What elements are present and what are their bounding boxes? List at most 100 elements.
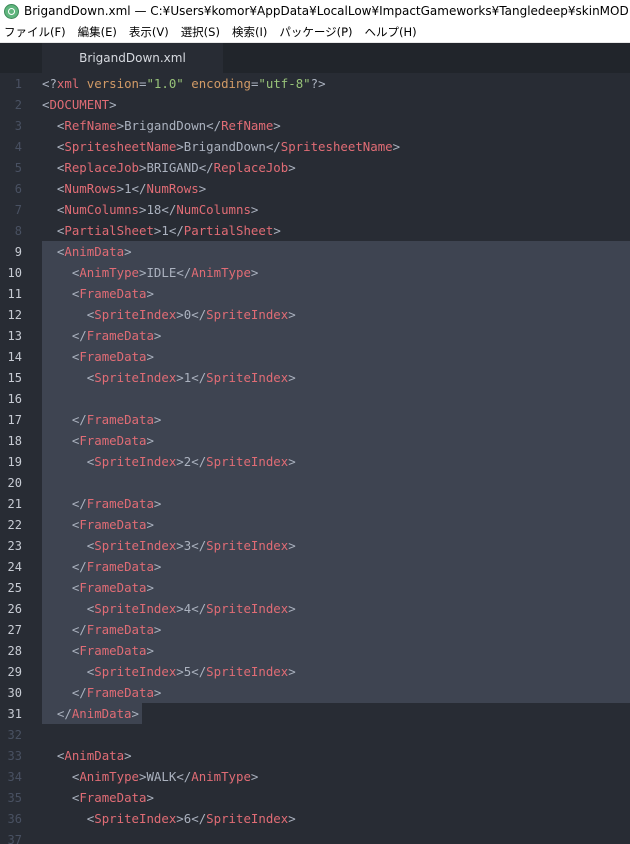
code-line[interactable]: 21 </FrameData> — [0, 493, 630, 514]
token-text: BrigandDown — [183, 139, 266, 154]
code-line[interactable]: 26 <SpriteIndex>4</SpriteIndex> — [0, 598, 630, 619]
code-line[interactable]: 8 <PartialSheet>1</PartialSheet> — [0, 220, 630, 241]
token-punct: <? — [42, 76, 57, 91]
code-line[interactable]: 33 <AnimData> — [0, 745, 630, 766]
code-line[interactable]: 23 <SpriteIndex>3</SpriteIndex> — [0, 535, 630, 556]
code-line[interactable]: 7 <NumColumns>18</NumColumns> — [0, 199, 630, 220]
line-code: <SpritesheetName>BrigandDown</Spriteshee… — [42, 139, 400, 154]
tab-brigand-down-xml[interactable]: BrigandDown.xml — [42, 43, 223, 73]
line-number: 26 — [7, 601, 22, 616]
menu-packages[interactable]: パッケージ(P) — [279, 24, 352, 40]
code-line[interactable]: 37 — [0, 829, 630, 844]
code-line[interactable]: 5 <ReplaceJob>BRIGAND</ReplaceJob> — [0, 157, 630, 178]
token-punct: > — [176, 370, 184, 385]
token-tag: RefName — [64, 118, 117, 133]
code-line[interactable]: 30 </FrameData> — [0, 682, 630, 703]
token-punct: </ — [131, 181, 147, 196]
line-code: <SpriteIndex>5</SpriteIndex> — [42, 664, 296, 679]
code-line[interactable]: 29 <SpriteIndex>5</SpriteIndex> — [0, 661, 630, 682]
token-punct: > — [176, 307, 184, 322]
token-tag: ReplaceJob — [213, 160, 289, 175]
code-line[interactable]: 16 — [0, 388, 630, 409]
token-punct: </ — [191, 811, 207, 826]
code-line[interactable]: 31 </AnimData> — [0, 703, 630, 724]
line-number: 29 — [7, 664, 22, 679]
line-code: <SpriteIndex>3</SpriteIndex> — [42, 538, 296, 553]
code-line[interactable]: 28 <FrameData> — [0, 640, 630, 661]
code-line[interactable]: 10 <AnimType>IDLE</AnimType> — [0, 262, 630, 283]
token-text: BRIGAND — [146, 160, 199, 175]
menu-help[interactable]: ヘルプ(H) — [365, 24, 417, 40]
token-punct: > — [288, 664, 296, 679]
token-punct: </ — [71, 496, 87, 511]
code-line[interactable]: 27 </FrameData> — [0, 619, 630, 640]
code-line[interactable]: 36 <SpriteIndex>6</SpriteIndex> — [0, 808, 630, 829]
code-line[interactable]: 17 </FrameData> — [0, 409, 630, 430]
code-line[interactable]: 22 <FrameData> — [0, 514, 630, 535]
code-line[interactable]: 18 <FrameData> — [0, 430, 630, 451]
code-line[interactable]: 3 <RefName>BrigandDown</RefName> — [0, 115, 630, 136]
line-code: <AnimData> — [42, 748, 132, 763]
code-line[interactable]: 19 <SpriteIndex>2</SpriteIndex> — [0, 451, 630, 472]
code-line[interactable]: 25 <FrameData> — [0, 577, 630, 598]
menu-find[interactable]: 検索(I) — [232, 24, 267, 40]
token-punct: > — [392, 139, 401, 154]
token-tag: AnimData — [71, 706, 132, 721]
code-line[interactable]: 20 — [0, 472, 630, 493]
code-line[interactable]: 9 <AnimData> — [0, 241, 630, 262]
token-tag: SpriteIndex — [94, 307, 177, 322]
line-number: 36 — [7, 811, 22, 826]
token-punct: > — [176, 664, 184, 679]
token-tag: SpritesheetName — [64, 139, 177, 154]
line-number: 1 — [14, 76, 22, 91]
code-line[interactable]: 24 </FrameData> — [0, 556, 630, 577]
token-text: 1 — [161, 223, 169, 238]
menu-bar: ファイル(F) 編集(E) 表示(V) 選択(S) 検索(I) パッケージ(P)… — [0, 22, 630, 43]
token-punct: </ — [176, 265, 192, 280]
code-line[interactable]: 11 <FrameData> — [0, 283, 630, 304]
menu-file[interactable]: ファイル(F) — [4, 24, 66, 40]
token-tag: NumColumns — [64, 202, 139, 217]
line-code: <AnimType>WALK</AnimType> — [42, 769, 259, 784]
menu-edit[interactable]: 編集(E) — [78, 24, 117, 40]
token-tag: xml — [56, 76, 80, 91]
token-punct: </ — [191, 454, 207, 469]
menu-view[interactable]: 表示(V) — [129, 24, 169, 40]
token-tag: FrameData — [86, 496, 154, 511]
code-editor[interactable]: 1 <?xml version="1.0" encoding="utf-8"?> 2… — [0, 73, 630, 844]
token-punct: > — [288, 811, 296, 826]
token-punct: > — [146, 286, 154, 301]
code-line[interactable]: 2 <DOCUMENT> — [0, 94, 630, 115]
menu-selection[interactable]: 選択(S) — [181, 24, 220, 40]
code-line[interactable]: 6 <NumRows>1</NumRows> — [0, 178, 630, 199]
code-line[interactable]: 15 <SpriteIndex>1</SpriteIndex> — [0, 367, 630, 388]
token-punct: > — [153, 412, 162, 427]
line-code: <FrameData> — [42, 286, 154, 301]
code-line[interactable]: 12 <SpriteIndex>0</SpriteIndex> — [0, 304, 630, 325]
token-tag: FrameData — [86, 559, 154, 574]
line-number: 32 — [7, 727, 22, 742]
token-punct: > — [176, 454, 184, 469]
code-line[interactable]: 35 <FrameData> — [0, 787, 630, 808]
code-line[interactable]: 14 <FrameData> — [0, 346, 630, 367]
token-punct: > — [146, 433, 154, 448]
token-tag: AnimType — [191, 265, 251, 280]
code-line[interactable]: 4 <SpritesheetName>BrigandDown</Spritesh… — [0, 136, 630, 157]
code-line[interactable]: 13 </FrameData> — [0, 325, 630, 346]
token-punct: > — [250, 202, 259, 217]
code-line[interactable]: 1 <?xml version="1.0" encoding="utf-8"?> — [0, 73, 630, 94]
line-code: <ReplaceJob>BRIGAND</ReplaceJob> — [42, 160, 296, 175]
code-line[interactable]: 32 — [0, 724, 630, 745]
code-line[interactable]: 34 <AnimType>WALK</AnimType> — [0, 766, 630, 787]
token-punct: > — [124, 748, 132, 763]
token-text: WALK — [146, 769, 177, 784]
